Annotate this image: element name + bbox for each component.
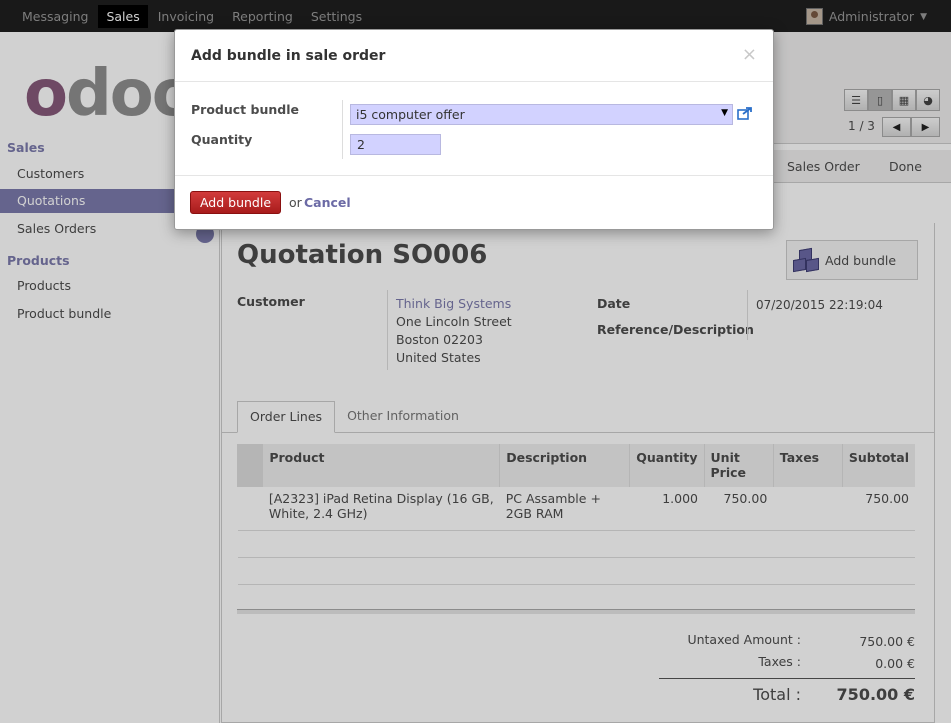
dialog-footer: Add bundle or Cancel	[175, 176, 773, 230]
or-text: or	[289, 195, 302, 210]
close-icon[interactable]: ×	[742, 44, 757, 65]
product-bundle-value: i5 computer offer	[356, 107, 465, 122]
external-link-icon[interactable]	[737, 106, 753, 120]
product-bundle-label: Product bundle	[191, 102, 299, 117]
dialog-body: Product bundle Quantity i5 computer offe…	[175, 82, 773, 176]
divider	[342, 100, 343, 159]
quantity-label: Quantity	[191, 132, 253, 147]
cancel-link[interactable]: Cancel	[304, 195, 351, 210]
add-bundle-dialog: Add bundle in sale order × Product bundl…	[174, 29, 774, 230]
add-bundle-confirm-button[interactable]: Add bundle	[190, 191, 281, 214]
product-bundle-select[interactable]: i5 computer offer ▼	[350, 104, 733, 125]
dropdown-arrow-icon: ▼	[721, 108, 728, 118]
dialog-title: Add bundle in sale order	[191, 48, 386, 64]
dialog-header: Add bundle in sale order ×	[175, 30, 773, 82]
quantity-input[interactable]: 2	[350, 134, 441, 155]
